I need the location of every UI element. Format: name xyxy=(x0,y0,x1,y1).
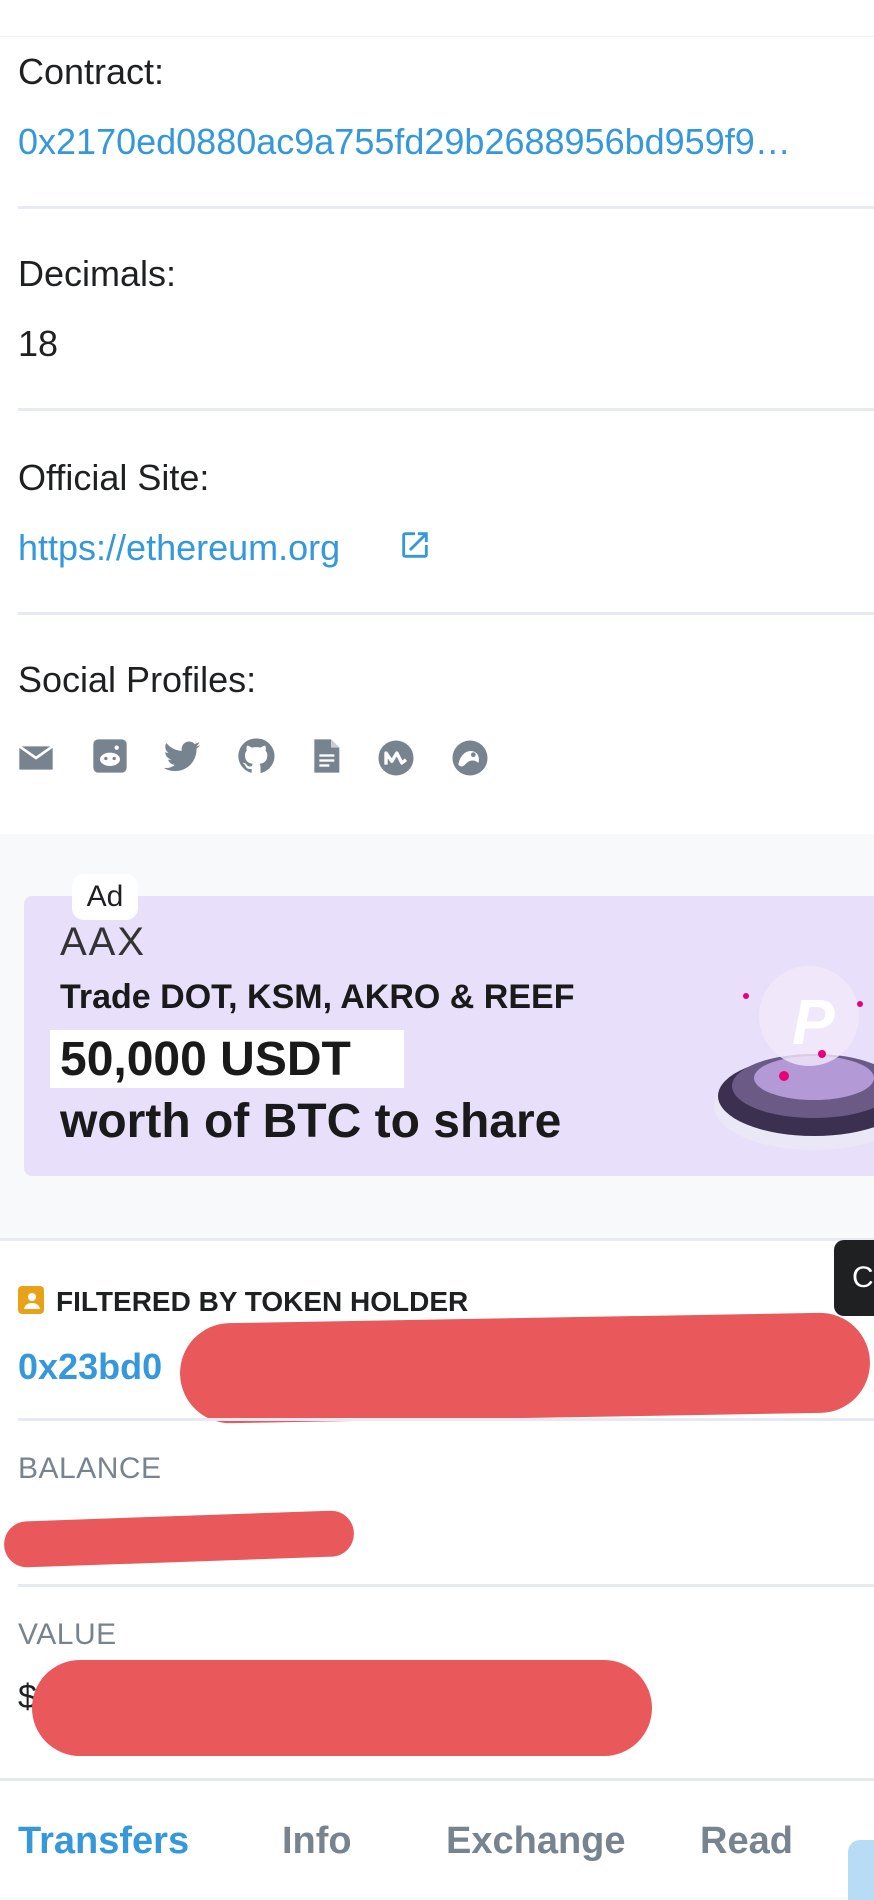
side-button-label[interactable]: C xyxy=(852,1261,874,1294)
official-site-link[interactable]: https://ethereum.org xyxy=(18,527,428,568)
ad-tag: Ad xyxy=(72,874,138,920)
tab-info[interactable]: Info xyxy=(282,1822,352,1860)
contact-badge-icon xyxy=(18,1286,44,1314)
tab-transfers[interactable]: Transfers xyxy=(18,1822,189,1860)
social-profiles-label: Social Profiles: xyxy=(18,659,257,700)
decimals-value: 18 xyxy=(18,323,59,364)
ad-brand-logo: AAX xyxy=(60,920,147,964)
side-button[interactable]: C xyxy=(834,1240,874,1316)
ad-amount: 50,000 USDT xyxy=(60,1033,351,1086)
reddit-icon[interactable] xyxy=(90,736,130,776)
redacted-address xyxy=(179,1311,871,1425)
ad-headline: Trade DOT, KSM, AKRO & REEF xyxy=(60,978,575,1016)
divider xyxy=(18,408,874,411)
tab-read[interactable]: Read xyxy=(700,1822,793,1860)
divider xyxy=(18,1418,874,1421)
tab-exchange[interactable]: Exchange xyxy=(446,1822,626,1860)
whitepaper-icon[interactable] xyxy=(306,736,346,776)
top-strip xyxy=(0,0,874,37)
official-site-label: Official Site: xyxy=(18,457,210,498)
redacted-value xyxy=(32,1660,652,1756)
external-link-icon xyxy=(398,528,432,562)
divider xyxy=(18,1584,874,1587)
contract-label: Contract: xyxy=(18,51,165,92)
divider xyxy=(18,612,874,615)
scroll-to-top-button[interactable] xyxy=(848,1840,874,1900)
twitter-icon[interactable] xyxy=(162,736,202,776)
coingecko-icon[interactable] xyxy=(450,738,490,778)
svg-text:P: P xyxy=(792,986,835,1058)
decimals-label: Decimals: xyxy=(18,253,177,294)
filtered-by-holder-label: FILTERED BY TOKEN HOLDER xyxy=(56,1286,469,1317)
ad-subline: worth of BTC to share xyxy=(60,1095,562,1148)
holder-address-link[interactable]: 0x23bd0 xyxy=(18,1346,162,1388)
github-icon[interactable] xyxy=(236,736,276,776)
contract-address-link[interactable]: 0x2170ed0880ac9a755fd29b2688956bd959f9… xyxy=(18,124,791,160)
ad-graphic-icon: P xyxy=(714,966,874,1150)
balance-label: BALANCE xyxy=(18,1452,162,1485)
coinmarketcap-icon[interactable] xyxy=(376,738,416,778)
official-site-url[interactable]: https://ethereum.org xyxy=(18,527,340,568)
divider xyxy=(18,206,874,209)
value-label: VALUE xyxy=(18,1618,117,1651)
email-icon[interactable] xyxy=(16,738,56,778)
